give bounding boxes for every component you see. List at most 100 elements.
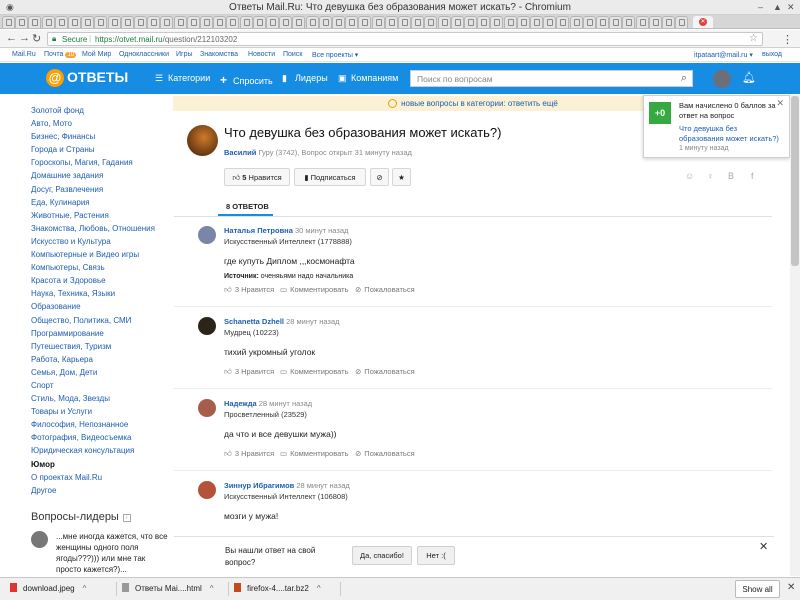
- feedback-yes-button[interactable]: Да, спасибо!: [352, 546, 412, 565]
- share-vk-icon[interactable]: B: [728, 171, 734, 181]
- answer-comment-button[interactable]: ▭ Комментировать: [280, 449, 348, 458]
- browser-tab[interactable]: [411, 16, 425, 28]
- browser-tab[interactable]: [635, 16, 649, 28]
- answer-like-button[interactable]: 👍︎ 3 Нравится: [224, 285, 274, 295]
- sidebar-category[interactable]: Золотой фонд: [31, 104, 171, 117]
- browser-tab[interactable]: [94, 16, 108, 28]
- close-downloads-icon[interactable]: ✕: [787, 582, 795, 593]
- browser-tab[interactable]: [358, 16, 372, 28]
- sidebar-category[interactable]: Фотография, Видеосъемка: [31, 431, 171, 444]
- browser-tab[interactable]: [450, 16, 464, 28]
- close-feedback-icon[interactable]: ✕: [759, 540, 768, 553]
- subscribe-button[interactable]: ▮ Подписаться: [294, 168, 366, 186]
- share-odnoklassniki-icon[interactable]: ♀: [707, 171, 714, 181]
- sidebar-category[interactable]: Семья, Дом, Дети: [31, 366, 171, 379]
- sidebar-category[interactable]: Общество, Политика, СМИ: [31, 314, 171, 327]
- browser-tab[interactable]: [54, 16, 68, 28]
- browser-tab[interactable]: [596, 16, 609, 28]
- bell-icon[interactable]: 🔔︎: [742, 71, 756, 84]
- like-button[interactable]: 👍︎ 5 Нравится: [224, 168, 290, 186]
- browser-tab[interactable]: [424, 16, 438, 28]
- browser-tab[interactable]: [662, 16, 675, 28]
- browser-tab[interactable]: [318, 16, 332, 28]
- browser-tab[interactable]: [582, 16, 596, 28]
- browser-tab[interactable]: [675, 16, 689, 28]
- answer-avatar[interactable]: [198, 226, 216, 244]
- answers-tab[interactable]: 8 ОТВЕТОВ: [226, 202, 269, 211]
- sidebar-category[interactable]: Юмор: [31, 458, 171, 471]
- sidebar-category[interactable]: Компьютеры, Связь: [31, 261, 171, 274]
- sidebar-category[interactable]: Юридическая консультация: [31, 444, 171, 457]
- sidebar-category[interactable]: Товары и Услуги: [31, 405, 171, 418]
- back-icon[interactable]: ←: [6, 32, 17, 44]
- scrollbar-thumb[interactable]: [791, 96, 799, 266]
- minimize-icon[interactable]: –: [758, 2, 763, 12]
- browser-tab[interactable]: [345, 16, 359, 28]
- address-bar[interactable]: 🔒︎ Secure | https://otvet.mail.ru/questi…: [47, 32, 763, 46]
- question-author[interactable]: Василий: [224, 148, 256, 157]
- answer-report-button[interactable]: ⊘ Пожаловаться: [355, 449, 415, 458]
- question-author-avatar[interactable]: [187, 125, 218, 156]
- browser-tab[interactable]: [437, 16, 451, 28]
- browser-tab[interactable]: [186, 16, 200, 28]
- portal-link-mymir[interactable]: Мой Мир: [82, 51, 111, 58]
- portal-link-search[interactable]: Поиск: [283, 51, 302, 58]
- share-facebook-icon[interactable]: f: [751, 171, 754, 181]
- sidebar-category[interactable]: Путешествия, Туризм: [31, 340, 171, 353]
- answer-report-button[interactable]: ⊘ Пожаловаться: [355, 285, 415, 294]
- sidebar-category[interactable]: Компьютерные и Видео игры: [31, 248, 171, 261]
- answer-avatar[interactable]: [198, 399, 216, 417]
- sidebar-category[interactable]: Города и Страны: [31, 143, 171, 156]
- tab-close-icon[interactable]: ✕: [699, 18, 707, 26]
- sidebar-category[interactable]: Бизнес, Финансы: [31, 130, 171, 143]
- answer-author[interactable]: Надежда 28 минут назад: [224, 399, 312, 408]
- close-window-icon[interactable]: ✕: [787, 2, 795, 13]
- sidebar-category[interactable]: О проектах Mail.Ru: [31, 471, 171, 484]
- browser-tab[interactable]: [120, 16, 134, 28]
- browser-tab[interactable]: [464, 16, 477, 28]
- portal-link-mailru[interactable]: Mail.Ru: [12, 51, 36, 58]
- browser-tab[interactable]: [384, 16, 398, 28]
- browser-tab[interactable]: [398, 16, 411, 28]
- browser-tab[interactable]: [160, 16, 174, 28]
- browser-tab[interactable]: [81, 16, 95, 28]
- answer-like-button[interactable]: 👍︎ 3 Нравится: [224, 449, 274, 459]
- browser-tab[interactable]: [226, 16, 240, 28]
- sidebar-category[interactable]: Гороскопы, Магия, Гадания: [31, 156, 171, 169]
- nav-categories[interactable]: ☰ Категории: [155, 73, 210, 84]
- sidebar-category[interactable]: Домашние задания: [31, 169, 171, 182]
- close-notification-icon[interactable]: ✕: [776, 98, 784, 109]
- answer-avatar[interactable]: [198, 481, 216, 499]
- feedback-no-button[interactable]: Нет :(: [417, 546, 455, 565]
- download-item[interactable]: Ответы Mai....html ^: [122, 583, 214, 593]
- browser-menu-icon[interactable]: ⋮: [782, 33, 793, 46]
- sidebar-category[interactable]: Другое: [31, 484, 171, 497]
- portal-link-mail[interactable]: Почта 10: [44, 51, 77, 58]
- otvety-logo[interactable]: @ ОТВЕТЫ: [46, 69, 128, 89]
- maximize-icon[interactable]: ▲: [773, 2, 782, 12]
- browser-tab[interactable]: [292, 16, 306, 28]
- forward-icon[interactable]: →: [19, 32, 30, 44]
- leader-avatar[interactable]: [31, 531, 48, 548]
- block-button[interactable]: ⊘: [370, 168, 389, 186]
- browser-tab[interactable]: [200, 16, 213, 28]
- sidebar-category[interactable]: Знакомства, Любовь, Отношения: [31, 222, 171, 235]
- browser-tab[interactable]: [305, 16, 319, 28]
- browser-tab[interactable]: [252, 16, 266, 28]
- browser-tab[interactable]: [279, 16, 293, 28]
- browser-tab[interactable]: [503, 16, 517, 28]
- sidebar-category[interactable]: Животные, Растения: [31, 209, 171, 222]
- answer-report-button[interactable]: ⊘ Пожаловаться: [355, 367, 415, 376]
- answer-like-button[interactable]: 👍︎ 3 Нравится: [224, 367, 274, 377]
- answer-comment-button[interactable]: ▭ Комментировать: [280, 285, 348, 294]
- browser-tab[interactable]: [622, 16, 636, 28]
- nav-ask[interactable]: + Спросить: [220, 73, 273, 87]
- leader-question-link[interactable]: ...мне иногда кажется, что все женщины о…: [56, 531, 168, 575]
- browser-tab[interactable]: [543, 16, 557, 28]
- answer-avatar[interactable]: [198, 317, 216, 335]
- sidebar-category[interactable]: Наука, Техника, Языки: [31, 287, 171, 300]
- browser-tab[interactable]: [2, 16, 15, 28]
- points-question-link[interactable]: Что девушка без образования может искать…: [679, 124, 779, 144]
- chevron-up-icon[interactable]: ^: [210, 584, 214, 593]
- answer-author[interactable]: Зиннур Ибрагимов 28 минут назад: [224, 481, 350, 490]
